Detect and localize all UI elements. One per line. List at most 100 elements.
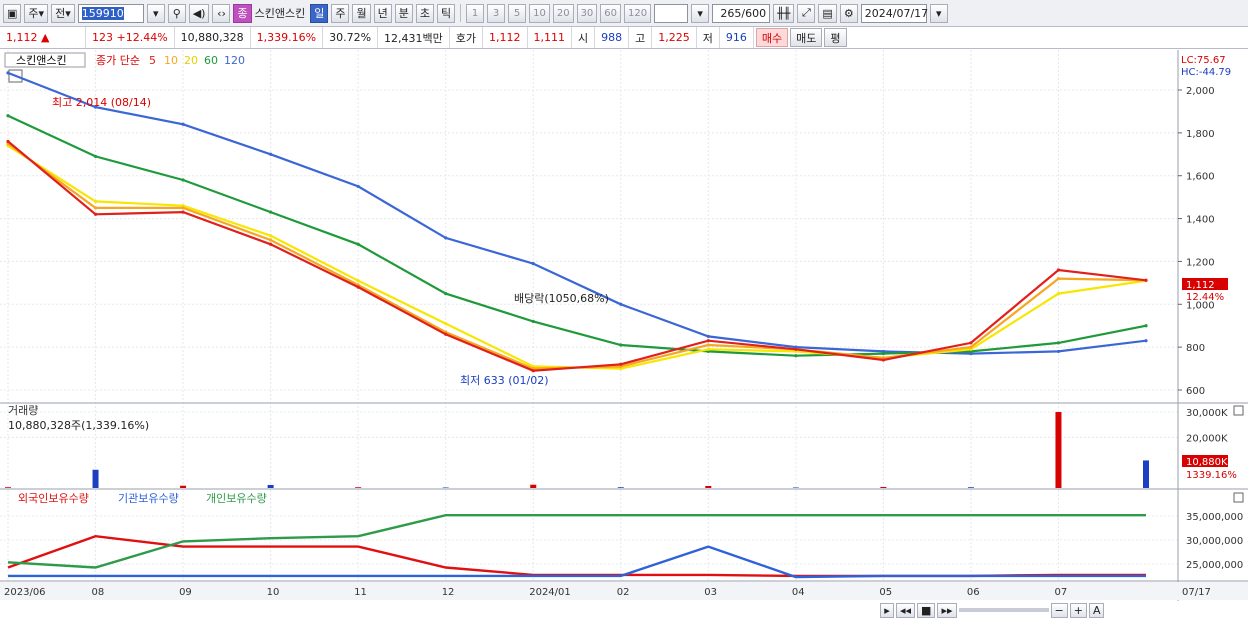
- volume-bar: [530, 484, 537, 488]
- x-tick-label: 06: [967, 587, 980, 598]
- period-minute-button[interactable]: 분: [394, 3, 413, 23]
- scroll-right-icon[interactable]: ▸: [880, 602, 894, 618]
- x-tick-label: 08: [92, 587, 105, 598]
- y-tick-label: 600: [1186, 386, 1205, 397]
- ma-5-point: [356, 285, 360, 289]
- x-tick-label: 03: [704, 587, 717, 598]
- date-value: 2024/07/17: [864, 6, 929, 20]
- high-price: 1,225: [652, 27, 697, 48]
- holdings-title-inst: 기관보유수량: [118, 492, 179, 505]
- search-icon[interactable]: ⚲: [167, 3, 186, 23]
- ma-20-point: [706, 347, 710, 351]
- ma-10-point: [706, 343, 710, 347]
- period-second-button[interactable]: 초: [415, 3, 434, 23]
- zoom-slider[interactable]: [958, 608, 1049, 612]
- ma-5-point: [6, 139, 10, 144]
- legend-name: 스킨앤스킨: [16, 54, 67, 67]
- period-tick-button[interactable]: 틱: [436, 3, 456, 23]
- volume-bar: [880, 486, 887, 488]
- code-dropdown-icon[interactable]: ▾: [146, 3, 165, 23]
- evaluation-button[interactable]: 평: [824, 28, 847, 47]
- minute-5-button[interactable]: 5: [508, 3, 527, 23]
- minute-60-button[interactable]: 60: [600, 3, 622, 23]
- legend-title: 종가 단순: [96, 54, 140, 67]
- stock-type-badge: 종: [233, 3, 252, 23]
- prev-select[interactable]: 전 ▾: [51, 3, 75, 23]
- code-input[interactable]: 159910: [77, 3, 144, 23]
- save-icon[interactable]: ▤: [818, 3, 837, 23]
- buy-button[interactable]: 매수: [755, 28, 789, 47]
- period-month-button[interactable]: 월: [352, 3, 371, 23]
- sell-button[interactable]: 매도: [790, 28, 823, 47]
- candle-type-icon[interactable]: ╫╫: [773, 3, 795, 23]
- date-input[interactable]: 2024/07/17: [860, 3, 929, 23]
- window-icon[interactable]: ▣: [3, 3, 22, 23]
- settings-gear-icon[interactable]: ⚙: [839, 3, 858, 23]
- current-price: 1,112 ▲: [0, 27, 86, 48]
- font-size-icon[interactable]: A: [1088, 602, 1105, 618]
- ma-20-point: [269, 234, 273, 238]
- turnover-rate: 30.72%: [323, 27, 379, 48]
- ma-20-point: [93, 199, 98, 204]
- volume-panel-close-icon[interactable]: [1233, 405, 1244, 416]
- y-tick-label: 1,600: [1186, 172, 1215, 183]
- ma-10-point: [969, 345, 973, 349]
- minute-10-button[interactable]: 10: [529, 3, 550, 23]
- minute-3-button[interactable]: 3: [487, 3, 506, 23]
- holdings-title-retail: 개인보유수량: [206, 492, 267, 505]
- period-week-button[interactable]: 주: [331, 3, 350, 23]
- ma-60-point: [356, 242, 360, 246]
- chart-area[interactable]: 스킨앤스킨 종가 단순 5 10 20 60 120 LC:75.67 HC:-…: [0, 50, 1248, 621]
- calendar-dropdown-icon[interactable]: ▾: [929, 3, 948, 23]
- change-value: 123: [92, 31, 113, 44]
- speaker-icon[interactable]: ◀): [188, 3, 210, 23]
- legend-ma5: 5: [149, 54, 156, 67]
- period-year-button[interactable]: 년: [373, 3, 392, 23]
- ma-5-point: [1056, 268, 1061, 272]
- legend-ma60: 60: [204, 54, 218, 67]
- ma-60-point: [1056, 341, 1061, 345]
- scroll-rewind-icon[interactable]: ◂◂: [896, 602, 916, 618]
- stock-name: 스킨앤스킨: [254, 7, 306, 20]
- ma-5-point: [969, 341, 973, 345]
- minute-30-button[interactable]: 30: [576, 3, 598, 23]
- y-tick-label: 800: [1186, 343, 1205, 354]
- volume-bar: [792, 487, 799, 488]
- ma-10-point: [181, 206, 185, 210]
- count-input[interactable]: 265/600: [712, 3, 771, 23]
- x-tick-label: 12: [442, 587, 455, 598]
- zoom-in-icon[interactable]: +: [1069, 602, 1087, 618]
- fast-forward-icon[interactable]: ▸▸: [937, 602, 957, 618]
- trade-amount: 12,431백만: [378, 27, 450, 48]
- ma-5-point: [269, 242, 273, 246]
- ma-120-point: [531, 261, 535, 266]
- price-badge-value: 1,112: [1186, 280, 1215, 291]
- custom-period-dropdown-icon[interactable]: ▾: [691, 3, 710, 23]
- ma-10-point: [93, 206, 98, 210]
- market-select[interactable]: 주 ▾: [24, 3, 49, 23]
- market-label: 주: [28, 7, 39, 20]
- volume-bar: [180, 485, 187, 488]
- zoom-out-icon[interactable]: −: [1050, 602, 1068, 618]
- minute-20-button[interactable]: 20: [552, 3, 574, 23]
- custom-period-input[interactable]: [654, 3, 689, 23]
- ma-120-point: [706, 334, 710, 339]
- legend-ma20: 20: [184, 54, 198, 67]
- high-annotation: 최고 2,014 (08/14): [52, 96, 151, 109]
- holdings-panel-close-icon[interactable]: [1233, 492, 1244, 503]
- code-value: 159910: [81, 6, 124, 20]
- stop-icon[interactable]: ■: [917, 602, 936, 618]
- draw-tool-icon[interactable]: ⤢: [797, 3, 816, 23]
- volume-bar: [5, 487, 11, 488]
- hoga-label: 호가: [450, 27, 484, 48]
- ma-5-point: [444, 332, 448, 336]
- ma-5-point: [619, 362, 623, 366]
- ma-5-point: [706, 339, 710, 343]
- minute-1-button[interactable]: 1: [466, 3, 485, 23]
- period-day-button[interactable]: 일: [310, 3, 329, 23]
- legend-ma120: 120: [224, 54, 245, 67]
- nav-arrows-icon[interactable]: ‹›: [212, 3, 231, 23]
- volume-bar: [355, 487, 362, 488]
- hc-label: HC:-44.79: [1181, 67, 1231, 78]
- minute-120-button[interactable]: 120: [624, 3, 652, 23]
